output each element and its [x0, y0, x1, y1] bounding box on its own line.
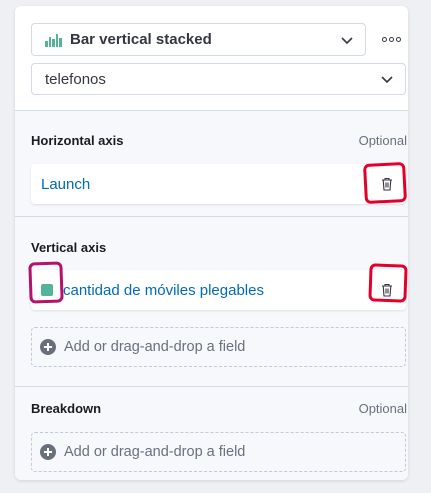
horizontal-axis-title: Horizontal axis	[31, 133, 124, 148]
breakdown-optional-label: Optional	[358, 401, 407, 416]
chart-type-select[interactable]: Bar vertical stacked	[31, 23, 366, 56]
breakdown-add-field-label: Add or drag-and-drop a field	[64, 444, 246, 460]
chevron-down-icon	[381, 76, 393, 84]
vertical-axis-add-field-label: Add or drag-and-drop a field	[64, 339, 246, 355]
chart-type-label: Bar vertical stacked	[70, 31, 212, 48]
dataset-label: telefonos	[45, 70, 106, 88]
dataset-select[interactable]: telefonos	[31, 63, 406, 95]
horizontal-axis-section: Horizontal axis Optional Launch	[15, 110, 408, 216]
vertical-axis-field[interactable]: cantidad de móviles plegables	[31, 270, 406, 310]
vertical-axis-title: Vertical axis	[31, 240, 107, 255]
chevron-down-icon	[341, 36, 353, 44]
horizontal-axis-field[interactable]: Launch	[31, 164, 406, 204]
vertical-axis-add-field[interactable]: Add or drag-and-drop a field	[31, 327, 406, 367]
plus-circle-icon	[40, 444, 56, 460]
bar-vertical-stacked-icon	[45, 33, 62, 47]
vertical-axis-section: Vertical axis cantidad de móviles plegab…	[15, 216, 408, 386]
annotation-magenta-box	[28, 261, 64, 304]
plus-circle-icon	[40, 339, 56, 355]
layer-config-panel: Bar vertical stacked telefonos Horizonta…	[15, 6, 408, 480]
more-dots-icon	[381, 36, 401, 42]
annotation-red-box	[362, 161, 408, 205]
more-actions-button[interactable]	[380, 30, 402, 48]
breakdown-add-field[interactable]: Add or drag-and-drop a field	[31, 432, 406, 472]
breakdown-section: Breakdown Optional Add or drag-and-drop …	[15, 386, 408, 480]
annotation-red-box	[368, 263, 408, 303]
horizontal-axis-optional-label: Optional	[358, 133, 407, 148]
horizontal-axis-field-label: Launch	[41, 175, 91, 193]
vertical-axis-field-label: cantidad de móviles plegables	[63, 281, 264, 299]
breakdown-title: Breakdown	[31, 401, 102, 416]
